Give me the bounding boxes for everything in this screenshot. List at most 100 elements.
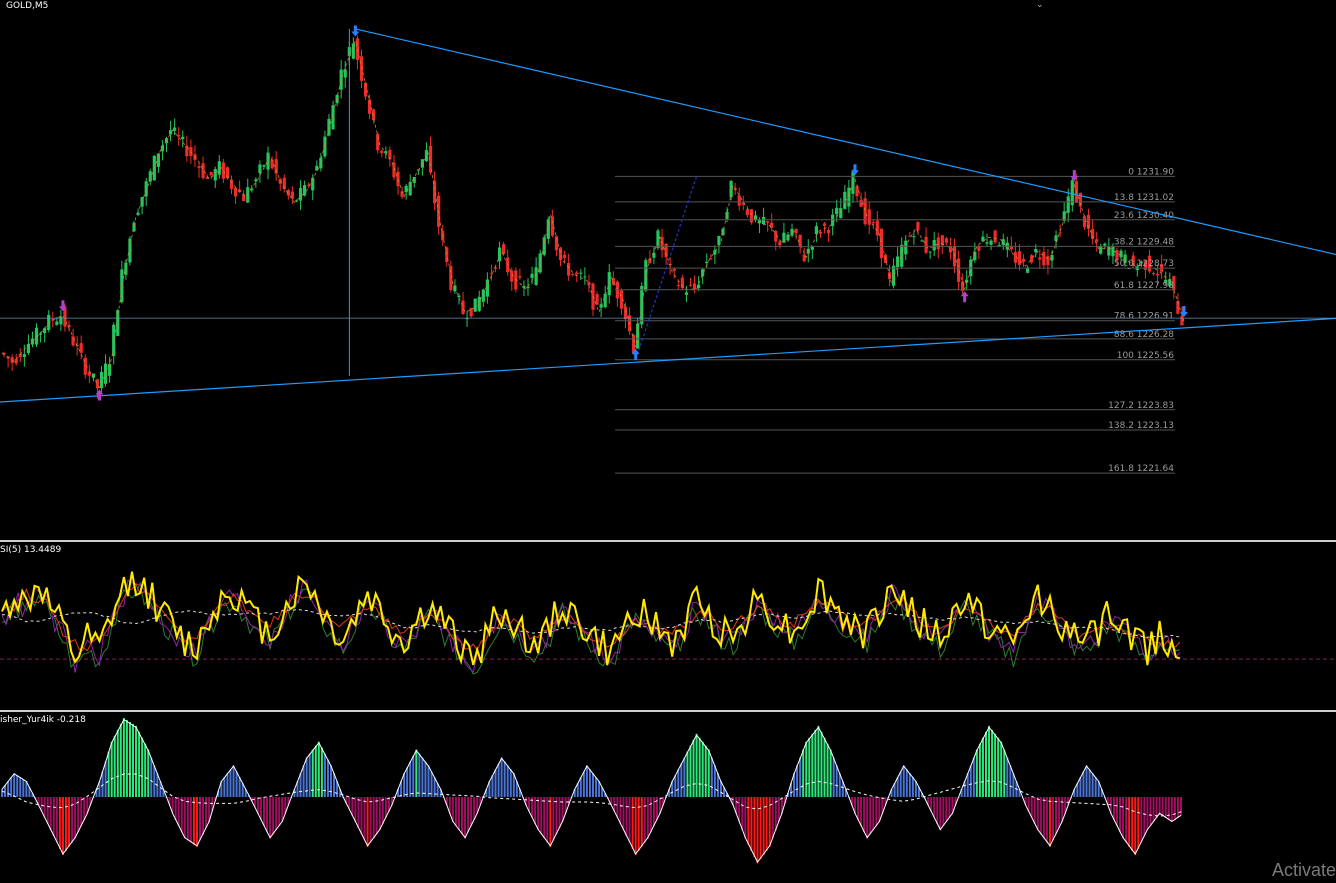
fisher-bar <box>80 797 83 827</box>
fisher-bar <box>1134 797 1137 856</box>
arrow-down-icon <box>1070 170 1079 182</box>
fisher-bar <box>616 797 619 818</box>
fisher-bar <box>1158 797 1161 814</box>
candle-body <box>177 134 181 137</box>
candle-body <box>221 162 225 179</box>
candle-body <box>432 180 437 204</box>
fisher-bar <box>975 749 978 797</box>
candle-body <box>461 300 465 314</box>
fisher-bar <box>19 777 22 797</box>
candle-body <box>851 171 855 194</box>
candle-body <box>351 43 355 59</box>
fisher-bar <box>506 765 509 797</box>
fisher-bar <box>22 779 25 797</box>
candle-body <box>1046 256 1050 266</box>
candle-body <box>258 164 262 174</box>
chevron-down-icon[interactable]: ⌄ <box>1036 0 1044 10</box>
candle-body <box>550 216 554 236</box>
fisher-bar <box>205 797 208 829</box>
candle-body <box>526 286 530 289</box>
candle-body <box>668 263 672 265</box>
fisher-bar <box>710 757 713 797</box>
candle-body <box>1119 250 1123 258</box>
fisher-bar <box>457 797 460 831</box>
candle-body <box>676 285 680 287</box>
fisher-bar <box>71 797 74 843</box>
fisher-bar <box>116 729 119 797</box>
fisher-bar <box>707 749 710 797</box>
fisher-bar <box>902 765 905 797</box>
fisher-bar <box>1042 797 1045 839</box>
fisher-bar <box>869 797 872 835</box>
fisher-bar <box>1030 797 1033 818</box>
candle-body <box>266 152 270 170</box>
fisher-bar <box>698 737 701 797</box>
fisher-bar <box>1115 797 1118 827</box>
candle-body <box>233 187 238 197</box>
candle-body <box>1030 255 1034 263</box>
fisher-bar <box>1149 797 1152 827</box>
price-chart: 0 1231.9013.8 1231.0223.6 1230.4038.2 12… <box>0 25 1336 474</box>
fisher-bar <box>872 797 875 831</box>
fisher-bar <box>262 797 265 827</box>
fisher-bar <box>363 797 366 841</box>
candle-body <box>43 328 47 333</box>
fisher-bar <box>509 769 512 797</box>
fisher-bar <box>1085 765 1088 797</box>
fisher-bar <box>1045 797 1048 843</box>
fisher-bar <box>1082 771 1085 797</box>
candle-body <box>822 223 827 226</box>
fisher-bar <box>74 797 77 839</box>
candle-body <box>948 246 953 253</box>
fisher-bar <box>701 741 704 797</box>
fisher-bar <box>202 797 205 835</box>
fisher-bar <box>330 765 333 797</box>
fisher-bar <box>473 797 476 820</box>
fisher-bar <box>68 797 71 847</box>
fisher-bar <box>628 797 631 843</box>
fisher-bar <box>799 757 802 797</box>
fisher-bar <box>857 797 860 820</box>
fisher-bar <box>64 797 67 851</box>
fisher-bar <box>49 797 52 831</box>
candle-body <box>380 150 384 154</box>
candle-body <box>144 181 148 197</box>
candle-body <box>688 284 693 286</box>
candle-body <box>396 171 400 187</box>
fisher-bar <box>1009 765 1012 797</box>
fisher-bar <box>189 797 192 843</box>
fisher-bar <box>640 797 643 847</box>
candle-body <box>473 298 477 312</box>
fisher-bar <box>192 797 195 845</box>
candle-body <box>656 230 660 248</box>
fisher-bar <box>1146 797 1149 831</box>
fisher-bar <box>415 749 418 797</box>
fisher-bar <box>195 797 198 847</box>
candle-body <box>761 216 766 224</box>
candle-body <box>1042 251 1046 266</box>
candle-body <box>989 240 993 245</box>
candle-body <box>928 251 932 253</box>
candle-body <box>835 207 839 215</box>
fisher-bar <box>637 797 640 851</box>
fisher-bar <box>863 797 866 833</box>
candle-body <box>116 310 120 336</box>
fisher-bar <box>1112 797 1115 820</box>
fisher-bar <box>802 749 805 797</box>
fisher-bar <box>549 797 552 847</box>
candle-body <box>518 276 522 278</box>
candle-body <box>571 273 575 276</box>
candle-body <box>729 181 733 198</box>
fisher-bar <box>418 753 421 797</box>
fisher-bar <box>1048 797 1051 847</box>
candle-body <box>168 130 173 135</box>
fisher-bar <box>680 763 683 797</box>
fisher-bar <box>119 723 122 797</box>
fisher-bar <box>1164 797 1167 818</box>
fisher-bar <box>1091 773 1094 797</box>
fisher-bar <box>939 797 942 831</box>
fisher-bar <box>978 743 981 797</box>
candle-body <box>579 272 583 274</box>
candle-body <box>924 236 928 253</box>
fisher-bar <box>713 765 716 797</box>
